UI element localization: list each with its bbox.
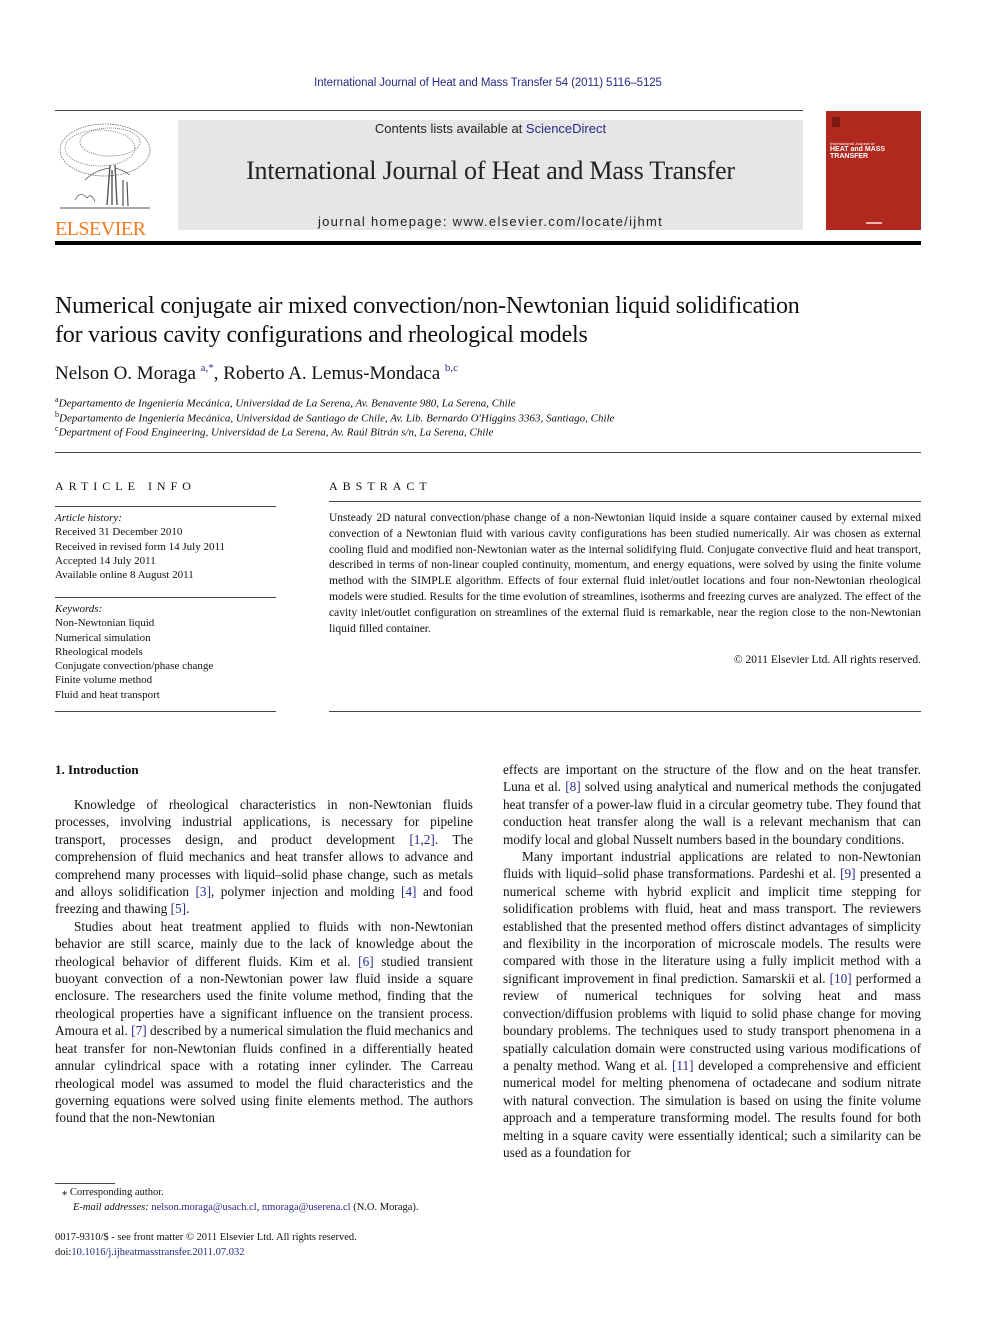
reference-link[interactable]: [5]	[171, 901, 187, 916]
keyword: Numerical simulation	[55, 631, 151, 644]
body-column-right: effects are important on the structure o…	[503, 761, 921, 1161]
doi-line: doi:10.1016/j.ijheatmasstransfer.2011.07…	[55, 1246, 357, 1261]
doi-link[interactable]: 10.1016/j.ijheatmasstransfer.2011.07.032	[71, 1247, 244, 1258]
reference-link[interactable]: [8]	[565, 779, 581, 794]
keyword: Conjugate convection/phase change	[55, 660, 214, 673]
article-history: Article history: Received 31 December 20…	[55, 511, 276, 582]
author-list: Nelson O. Moraga a,*, Roberto A. Lemus-M…	[55, 362, 458, 385]
abstract-text: Unsteady 2D natural convection/phase cha…	[329, 512, 921, 635]
keyword: Non-Newtonian liquid	[55, 617, 155, 630]
affiliation-text: Departamento de Ingeniería Mecánica, Uni…	[58, 397, 516, 410]
reference-link[interactable]: [3]	[196, 884, 212, 899]
body-paragraph: Many important industrial applications a…	[503, 848, 921, 1161]
body-paragraph: effects are important on the structure o…	[503, 761, 921, 848]
reference-link[interactable]: [7]	[131, 1023, 147, 1038]
title-line-1: Numerical conjugate air mixed convection…	[55, 293, 800, 319]
cover-footer-mark	[866, 222, 882, 224]
journal-cover[interactable]: International Journal of HEAT and MASS T…	[826, 111, 921, 230]
keyword: Finite volume method	[55, 674, 153, 687]
reference-link[interactable]: [10]	[830, 971, 852, 986]
keywords: Keywords: Non-Newtonian liquid Numerical…	[55, 602, 276, 702]
history-item: Available online 8 August 2011	[55, 569, 194, 582]
keyword: Rheological models	[55, 645, 143, 658]
header-rule	[55, 110, 803, 111]
info-rule	[55, 597, 276, 598]
keywords-label: Keywords:	[55, 603, 103, 615]
history-item: Received in revised form 14 July 2011	[55, 540, 226, 553]
author-affiliation-mark[interactable]: b,c	[445, 362, 458, 374]
abstract-rule	[329, 501, 921, 502]
email-suffix: (N.O. Moraga).	[350, 1201, 419, 1213]
section-heading: 1. Introduction	[55, 762, 139, 777]
cover-small-logo	[832, 117, 840, 127]
reference-link[interactable]: [1,2]	[409, 832, 434, 847]
paragraph-text: .	[186, 901, 190, 917]
title-line-2: for various cavity configurations and rh…	[55, 322, 588, 348]
body-paragraph: Studies about heat treatment applied to …	[55, 918, 473, 1127]
affiliation: bDepartamento de Ingeniería Mecánica, Un…	[55, 410, 614, 425]
cover-line3: TRANSFER	[830, 153, 869, 160]
header-thick-rule	[55, 241, 921, 245]
history-item: Accepted 14 July 2011	[55, 554, 156, 567]
tree-icon	[59, 123, 151, 209]
author-separator: ,	[213, 363, 224, 384]
journal-citation[interactable]: International Journal of Heat and Mass T…	[0, 77, 976, 89]
reference-link[interactable]: [11]	[672, 1058, 694, 1073]
abstract-copyright: © 2011 Elsevier Ltd. All rights reserved…	[733, 654, 921, 666]
abstract-rule	[329, 711, 921, 712]
contents-prefix: Contents lists available at	[374, 121, 526, 136]
sciencedirect-link[interactable]: ScienceDirect	[526, 121, 606, 136]
front-matter: 0017-9310/$ - see front matter © 2011 El…	[55, 1231, 357, 1260]
elsevier-logo[interactable]: ELSEVIER	[55, 120, 155, 240]
email-link[interactable]: nmoraga@userena.cl	[262, 1202, 351, 1213]
affiliation: cDepartment of Food Engineering, Univers…	[55, 424, 493, 439]
journal-homepage[interactable]: journal homepage: www.elsevier.com/locat…	[178, 214, 803, 229]
affiliation-text: Departamento de Ingeniería Mecánica, Uni…	[59, 412, 615, 425]
contents-line: Contents lists available at ScienceDirec…	[178, 121, 803, 136]
email-line: E-mail addresses: nelson.moraga@usach.cl…	[62, 1201, 419, 1216]
elsevier-wordmark: ELSEVIER	[55, 218, 146, 240]
info-rule	[55, 711, 276, 712]
email-link[interactable]: nelson.moraga@usach.cl	[151, 1202, 256, 1213]
journal-title: International Journal of Heat and Mass T…	[246, 156, 735, 185]
reference-link[interactable]: [6]	[358, 954, 374, 969]
paragraph-text: developed a comprehensive and efficient …	[503, 1057, 921, 1160]
email-label: E-mail addresses:	[73, 1201, 152, 1213]
reference-link[interactable]: [4]	[401, 884, 417, 899]
paragraph-text: , polymer injection and molding	[211, 884, 401, 900]
issn-line: 0017-9310/$ - see front matter © 2011 El…	[55, 1232, 357, 1243]
footnote-rule	[55, 1183, 115, 1184]
section-rule	[55, 452, 921, 453]
info-rule	[55, 506, 276, 507]
article-info-heading: ARTICLE INFO	[55, 479, 196, 493]
paragraph-text: presented a numerical scheme with hybrid…	[503, 866, 921, 986]
history-label: Article history:	[55, 512, 122, 524]
author-affiliation-mark[interactable]: a,*	[201, 362, 214, 374]
body-column-left: Knowledge of rheological characteristics…	[55, 796, 473, 1127]
author-name: Roberto A. Lemus-Mondaca	[223, 363, 441, 384]
abstract-heading: ABSTRACT	[329, 479, 432, 493]
keyword: Fluid and heat transport	[55, 688, 160, 701]
footnote: ⁎ Corresponding author. E-mail addresses…	[62, 1186, 419, 1215]
corresponding-author-note: ⁎ Corresponding author.	[62, 1187, 164, 1198]
cover-line2: HEAT and MASS	[830, 146, 886, 153]
article-title: Numerical conjugate air mixed convection…	[55, 292, 935, 350]
doi-prefix: doi:	[55, 1246, 72, 1258]
history-item: Received 31 December 2010	[55, 526, 183, 539]
affiliation: aDepartamento de Ingeniería Mecánica, Un…	[55, 395, 516, 410]
author-name: Nelson O. Moraga	[55, 363, 196, 384]
paragraph-text: described by a numerical simulation the …	[55, 1023, 473, 1126]
body-paragraph: Knowledge of rheological characteristics…	[55, 796, 473, 918]
reference-link[interactable]: [9]	[840, 866, 856, 881]
affiliation-text: Department of Food Engineering, Universi…	[58, 426, 494, 439]
